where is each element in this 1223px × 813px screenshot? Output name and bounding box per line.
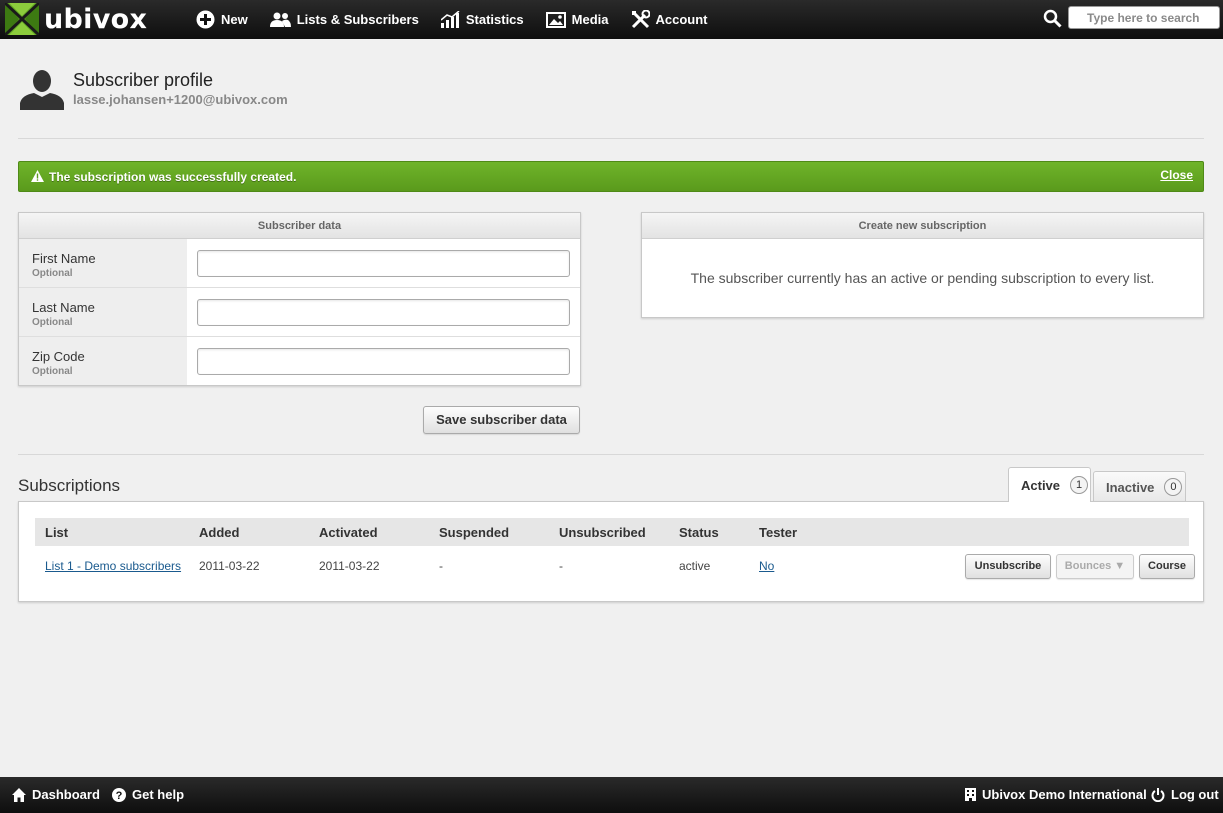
column-header-list: List (45, 524, 69, 540)
alert-message: The subscription was successfully create… (49, 170, 297, 184)
tab-inactive-label: Inactive (1106, 479, 1155, 495)
column-header-added: Added (199, 524, 240, 540)
last-name-hint: Optional (32, 317, 73, 328)
activated-date: 2011-03-22 (319, 559, 380, 573)
nav-lists-subscribers[interactable]: Lists & Subscribers (269, 12, 419, 28)
course-button[interactable]: Course (1139, 554, 1195, 579)
nav-account[interactable]: Account (631, 10, 708, 29)
list-link[interactable]: List 1 - Demo subscribers (45, 559, 181, 573)
logo-text: ubivox (44, 3, 148, 35)
plus-circle-icon (196, 10, 215, 29)
page-title: Subscriber profile (73, 70, 214, 90)
subscriber-data-panel: Subscriber data First Name Optional Last… (18, 212, 581, 386)
first-name-row: First Name Optional (19, 239, 580, 288)
column-header-unsubscribed: Unsubscribed (559, 524, 646, 540)
first-name-hint: Optional (32, 268, 73, 279)
subscriber-data-header: Subscriber data (19, 213, 580, 239)
last-name-row: Last Name Optional (19, 288, 580, 337)
warning-triangle-icon (31, 170, 44, 182)
zip-code-row: Zip Code Optional (19, 337, 580, 385)
last-name-input[interactable] (197, 299, 570, 326)
help-icon: ? (112, 787, 126, 802)
last-name-label: Last Name (32, 300, 95, 315)
column-header-activated: Activated (319, 524, 378, 540)
suspended-value: - (439, 559, 443, 573)
bounces-dropdown-button[interactable]: Bounces ▼ (1056, 554, 1134, 579)
footer-bar: Dashboard ? Get help Ubivox Demo Interna… (0, 777, 1223, 813)
zip-code-input[interactable] (197, 348, 570, 375)
column-header-status: Status (679, 524, 719, 540)
unsubscribed-value: - (559, 559, 563, 573)
column-header-tester: Tester (759, 524, 798, 540)
zip-code-label: Zip Code (32, 349, 85, 364)
power-icon (1151, 787, 1165, 802)
nav-media[interactable]: Media (545, 11, 609, 28)
ubivox-logo[interactable]: ubivox (5, 3, 147, 35)
footer-logout-link[interactable]: Log out (1151, 787, 1219, 802)
image-icon (545, 11, 566, 28)
search-input[interactable] (1068, 6, 1220, 29)
search-icon[interactable] (1043, 9, 1062, 28)
ubivox-logo-mark-icon (5, 3, 39, 35)
zip-code-hint: Optional (32, 366, 73, 377)
nav-statistics[interactable]: Statistics (440, 11, 524, 28)
tab-active-count: 1 (1070, 476, 1089, 494)
subscriber-email: lasse.johansen+1200@ubivox.com (73, 92, 288, 107)
avatar-icon (20, 70, 64, 110)
footer-help-link[interactable]: ? Get help (112, 787, 184, 802)
tester-link[interactable]: No (759, 559, 774, 573)
subscriptions-title: Subscriptions (18, 476, 121, 495)
home-icon (12, 787, 26, 802)
success-alert: The subscription was successfully create… (18, 161, 1204, 192)
footer-dashboard-link[interactable]: Dashboard (12, 787, 100, 802)
tab-inactive[interactable]: Inactive 0 (1093, 471, 1186, 502)
divider (18, 138, 1204, 139)
tab-active-label: Active (1021, 477, 1061, 493)
users-icon (269, 12, 291, 27)
nav-new[interactable]: New (196, 10, 248, 29)
tools-icon (631, 10, 650, 29)
create-subscription-panel: Create new subscription The subscriber c… (641, 212, 1204, 318)
subscriptions-table: List Added Activated Suspended Unsubscri… (35, 518, 1195, 586)
table-header: List Added Activated Suspended Unsubscri… (35, 518, 1189, 546)
building-icon (965, 788, 976, 801)
divider (18, 454, 1204, 455)
unsubscribe-button[interactable]: Unsubscribe (965, 554, 1051, 579)
first-name-label: First Name (32, 251, 96, 266)
svg-text:?: ? (116, 790, 123, 802)
footer-company-link[interactable]: Ubivox Demo International (965, 787, 1147, 802)
first-name-input[interactable] (197, 250, 570, 277)
tab-inactive-count: 0 (1164, 478, 1183, 496)
subscriptions-panel: List Added Activated Suspended Unsubscri… (18, 501, 1204, 602)
tab-active[interactable]: Active 1 (1008, 467, 1091, 502)
alert-close-link[interactable]: Close (1160, 168, 1193, 182)
top-navigation-bar: ubivox New Lists & Subscribers Statistic… (0, 0, 1223, 39)
bar-chart-icon (440, 11, 460, 28)
status-value: active (679, 559, 711, 573)
added-date: 2011-03-22 (199, 559, 260, 573)
column-header-suspended: Suspended (439, 524, 510, 540)
create-subscription-message: The subscriber currently has an active o… (690, 270, 1155, 286)
create-subscription-header: Create new subscription (642, 213, 1203, 239)
main-nav: New Lists & Subscribers Statistics Media… (196, 0, 730, 39)
save-subscriber-data-button[interactable]: Save subscriber data (423, 406, 580, 434)
